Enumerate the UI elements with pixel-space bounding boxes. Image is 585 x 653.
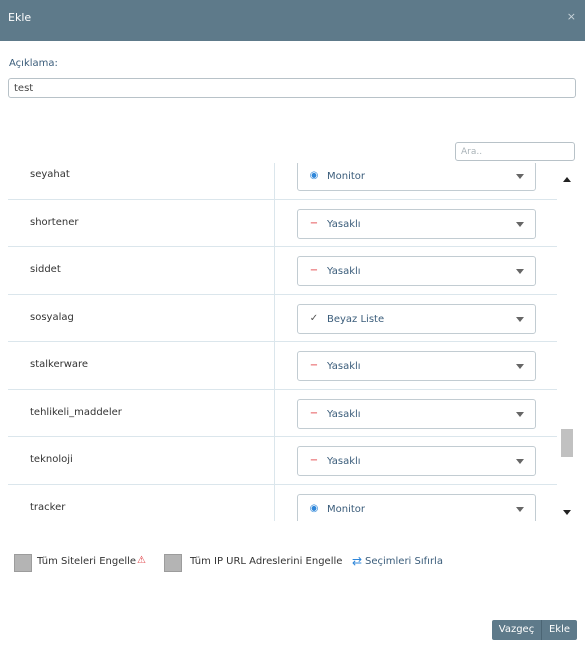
block-all-sites-label[interactable]: Tüm Siteleri Engelle [37,556,136,567]
category-name: sosyalag [30,311,74,323]
action-select[interactable]: ✓ Beyaz Liste [297,303,536,334]
scroll-down-icon[interactable] [563,510,571,515]
description-label: Açıklama: [9,58,58,69]
minus-icon: − [309,265,319,276]
table-row: sosyalag ✓ Beyaz Liste [8,294,557,342]
minus-icon: − [309,455,319,466]
category-name: tracker [30,501,66,513]
caret-down-icon [516,221,524,227]
add-button[interactable]: Ekle [541,620,577,640]
block-all-ip-urls-checkbox[interactable] [164,554,182,572]
bulk-options: Tüm Siteleri Engelle ⚠ Tüm IP URL Adresl… [14,553,574,573]
action-select[interactable]: − Yasaklı [297,208,536,239]
category-name: teknoloji [30,454,73,465]
action-select[interactable]: − Yasaklı [297,351,536,381]
action-select-value: Yasaklı [327,266,361,277]
column-divider [274,163,275,199]
add-dialog: Ekle × Açıklama: seyahat ◉ Monitor shortene… [0,0,585,653]
table-row: siddet − Yasaklı [8,247,557,295]
scroll-up-icon[interactable] [563,177,571,182]
search-input[interactable] [455,142,575,161]
action-select-value: Yasaklı [327,361,361,372]
dialog-header: Ekle × [0,0,585,41]
action-select-value: Yasaklı [327,456,361,467]
category-name: shortener [30,216,79,228]
scroll-thumb[interactable] [561,429,573,457]
column-divider [274,484,275,521]
close-icon[interactable]: × [567,10,576,23]
category-list: seyahat ◉ Monitor shortener − Yasaklı siddet − Y… [8,163,557,521]
table-row: teknoloji − Yasaklı [8,437,557,485]
category-name: siddet [30,264,61,275]
action-select-value: Yasaklı [327,408,361,420]
caret-down-icon [516,459,524,464]
category-name: tehlikeli_maddeler [30,406,122,418]
column-divider [274,389,275,436]
description-input[interactable] [8,78,576,98]
table-scrollbar[interactable] [559,172,575,522]
reset-icon[interactable]: ⇄ [352,554,362,568]
caret-down-icon [516,506,524,512]
caret-down-icon [516,316,524,322]
warning-icon: ⚠ [137,555,146,566]
category-table: seyahat ◉ Monitor shortener − Yasaklı siddet − Y… [8,163,577,521]
eye-icon: ◉ [309,502,319,514]
dialog-actions: Vazgeç Ekle [492,620,577,640]
caret-down-icon [516,411,524,417]
action-select[interactable]: ◉ Monitor [297,493,536,521]
cancel-button[interactable]: Vazgeç [492,620,541,640]
action-select-value: Monitor [327,171,366,182]
column-divider [274,437,275,484]
action-select[interactable]: − Yasaklı [297,446,536,476]
block-all-sites-checkbox[interactable] [14,554,32,572]
table-row: tehlikeli_maddeler − Yasaklı [8,389,557,437]
reset-selections-link[interactable]: Seçimleri Sıfırla [365,556,443,567]
table-row: stalkerware − Yasaklı [8,342,557,390]
column-divider [274,294,275,341]
table-row: seyahat ◉ Monitor [8,163,557,200]
table-row: tracker ◉ Monitor [8,484,557,521]
action-select[interactable]: ◉ Monitor [297,163,536,191]
block-all-ip-urls-label[interactable]: Tüm IP URL Adreslerini Engelle [190,556,342,567]
category-name: seyahat [30,169,70,180]
action-select-value: Yasaklı [327,218,361,230]
minus-icon: − [309,407,319,419]
caret-down-icon [516,269,524,274]
column-divider [274,199,275,246]
column-divider [274,247,275,294]
check-icon: ✓ [309,312,319,324]
minus-icon: − [309,360,319,371]
minus-icon: − [309,217,319,229]
table-row: shortener − Yasaklı [8,199,557,247]
caret-down-icon [516,364,524,369]
category-name: stalkerware [30,359,89,370]
action-select[interactable]: − Yasaklı [297,398,536,429]
dialog-title: Ekle [8,11,32,24]
eye-icon: ◉ [309,170,319,181]
caret-down-icon [516,174,524,179]
action-select-value: Monitor [327,503,366,515]
column-divider [274,342,275,389]
action-select-value: Beyaz Liste [327,313,385,325]
action-select[interactable]: − Yasaklı [297,256,536,286]
